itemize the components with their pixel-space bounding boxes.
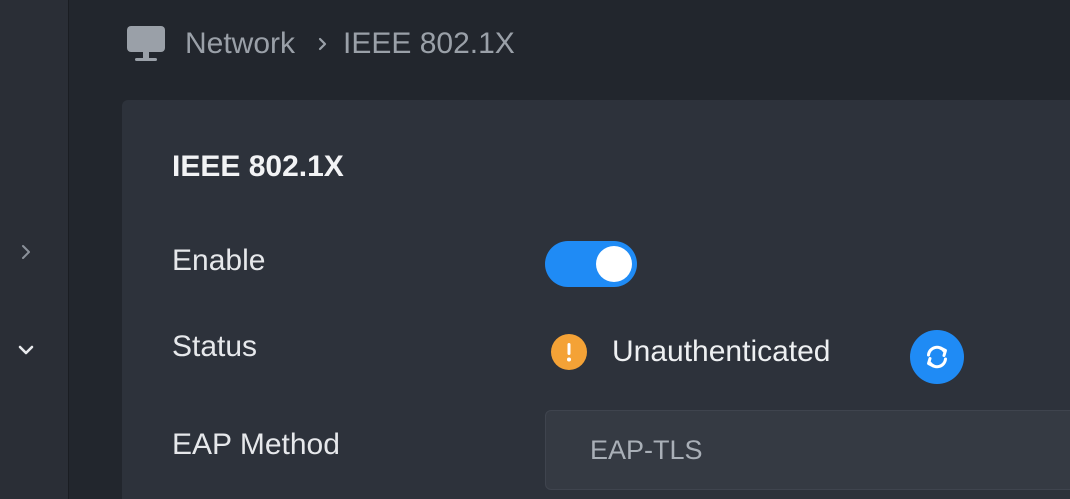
header: Network IEEE 802.1X	[69, 0, 1070, 96]
breadcrumb: Network IEEE 802.1X	[125, 22, 515, 66]
monitor-icon	[125, 24, 167, 64]
eap-method-label: EAP Method	[172, 428, 340, 461]
status-value: Unauthenticated	[551, 330, 831, 374]
panel-title: IEEE 802.1X	[172, 150, 344, 183]
chevron-right-icon[interactable]	[12, 238, 40, 266]
refresh-icon	[927, 345, 947, 369]
enable-label: Enable	[172, 244, 266, 277]
status-text: Unauthenticated	[612, 335, 831, 368]
enable-toggle[interactable]	[545, 241, 637, 287]
chevron-right-icon	[317, 35, 329, 53]
eap-method-select[interactable]: EAP-TLS	[545, 410, 1070, 490]
eap-method-value: EAP-TLS	[590, 434, 703, 465]
toggle-knob	[596, 246, 632, 282]
refresh-button[interactable]	[910, 330, 964, 384]
chevron-down-icon[interactable]	[12, 336, 40, 364]
settings-panel: IEEE 802.1X Enable Status Unauthenticate…	[122, 100, 1070, 499]
sidebar	[0, 0, 69, 499]
warning-icon	[551, 334, 587, 370]
breadcrumb-current: IEEE 802.1X	[343, 27, 515, 60]
breadcrumb-parent[interactable]: Network	[185, 27, 295, 61]
status-label: Status	[172, 330, 258, 363]
